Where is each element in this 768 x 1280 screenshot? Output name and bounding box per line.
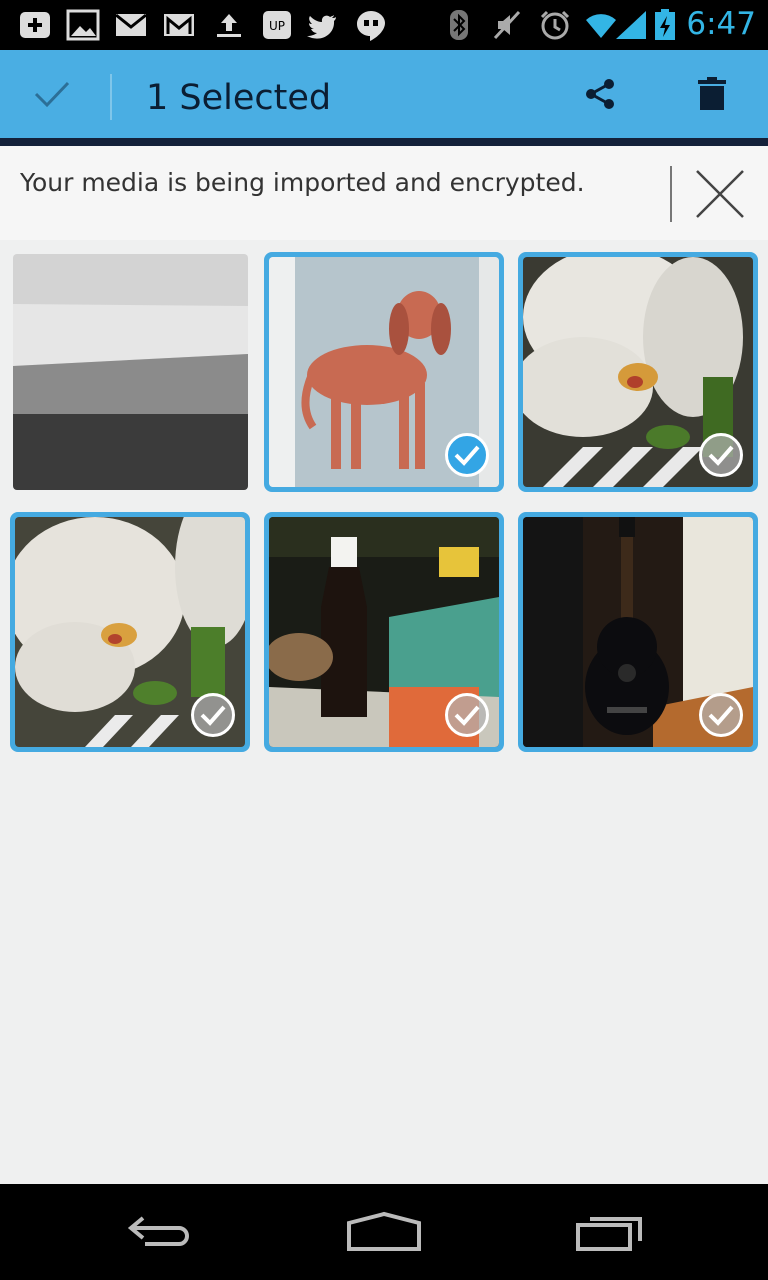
share-button[interactable] (570, 50, 630, 138)
check-icon (200, 705, 226, 726)
status-bar: UP 6:47 (0, 0, 768, 50)
check-icon (454, 705, 480, 726)
back-icon (127, 1216, 189, 1246)
recents-icon (576, 1217, 642, 1251)
media-thumbnail[interactable] (518, 512, 758, 752)
check-icon (34, 81, 70, 108)
media-thumbnail[interactable] (13, 254, 248, 490)
check-icon (454, 445, 480, 466)
battery-charging-icon (655, 9, 675, 40)
selection-checkmark[interactable] (699, 433, 743, 477)
bluetooth-icon (450, 10, 468, 40)
mute-icon (493, 10, 521, 40)
back-button[interactable] (110, 1202, 210, 1262)
selection-checkmark[interactable] (191, 693, 235, 737)
trash-icon (698, 77, 726, 110)
signal-icon (616, 11, 646, 39)
check-icon (708, 705, 734, 726)
upload-icon (217, 14, 241, 37)
media-thumbnail[interactable] (264, 512, 504, 752)
placeholder-image (13, 254, 248, 490)
gmail-icon (164, 14, 194, 36)
home-icon (347, 1211, 421, 1251)
hangouts-icon (357, 11, 385, 41)
navigation-bar (0, 1184, 768, 1280)
close-icon (696, 170, 744, 218)
selection-checkmark[interactable] (699, 693, 743, 737)
media-content: Your media is being imported and encrypt… (0, 146, 768, 1184)
selection-count-title: 1 Selected (146, 78, 332, 118)
media-thumbnail[interactable] (518, 252, 758, 492)
import-banner: Your media is being imported and encrypt… (0, 146, 768, 240)
banner-divider (670, 166, 672, 222)
selection-checkmark[interactable] (445, 693, 489, 737)
home-button[interactable] (334, 1202, 434, 1262)
check-icon (708, 445, 734, 466)
action-bar-divider (110, 74, 112, 120)
action-bar: 1 Selected (0, 50, 768, 138)
wifi-icon (586, 14, 616, 38)
media-thumbnail[interactable] (264, 252, 504, 492)
voicemail-icon: UP (263, 11, 291, 39)
clock: 6:47 (686, 6, 756, 42)
dismiss-banner-button[interactable] (690, 166, 750, 222)
svg-text:UP: UP (269, 19, 285, 33)
done-button[interactable] (12, 50, 92, 138)
selection-checkmark[interactable] (445, 433, 489, 477)
mail-icon (115, 13, 147, 36)
image-icon (66, 9, 100, 41)
twitter-icon (307, 15, 336, 39)
delete-button[interactable] (682, 50, 742, 138)
media-thumbnail[interactable] (10, 512, 250, 752)
share-icon (586, 79, 614, 109)
import-message: Your media is being imported and encrypt… (20, 168, 585, 197)
add-icon (20, 12, 50, 38)
action-bar-shadow (0, 138, 768, 146)
alarm-icon (540, 10, 570, 40)
recents-button[interactable] (560, 1202, 660, 1262)
